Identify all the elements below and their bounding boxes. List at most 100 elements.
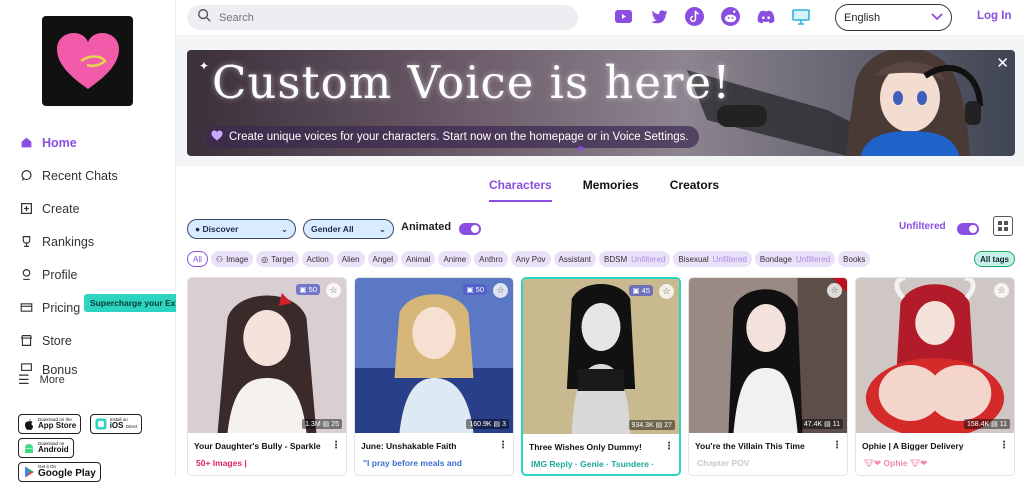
svg-text:✦: ✦ (199, 59, 209, 73)
banner-title: Custom Voice is here! (212, 56, 732, 109)
top-bar: English Log In (176, 0, 1024, 36)
google-play-icon (23, 466, 35, 478)
layout-toggle-icon[interactable] (993, 216, 1013, 236)
tag-target[interactable]: ◎ Target (256, 251, 299, 267)
sidebar-item-recent-chats[interactable]: Recent Chats (18, 159, 168, 192)
more-options-icon[interactable]: ⋮ (832, 440, 842, 451)
login-link[interactable]: Log In (977, 10, 1012, 22)
language-select[interactable]: English (835, 4, 952, 31)
main-area: ✦ Custom Voice is here! Create unique vo… (176, 36, 1024, 476)
chevron-down-icon: ⌄ (378, 223, 386, 234)
all-tags-button[interactable]: All tags (974, 251, 1015, 267)
tag-books[interactable]: Books (838, 251, 871, 267)
card-description: 50+ Images | (196, 458, 247, 468)
tag-angel[interactable]: Angel (367, 251, 399, 267)
character-image (689, 278, 847, 433)
messages-count: 11 (999, 421, 1007, 428)
tag-label: Image (226, 254, 249, 264)
tag-bdsm[interactable]: BDSM Unfiltered (599, 251, 671, 267)
character-card[interactable]: ▣ 45 ☆ 934.3K ▤ 27 Three Wishes Only Dum… (521, 277, 681, 476)
ios-direct-badge[interactable]: Install on iOS Direct (89, 414, 143, 434)
more-button[interactable]: ☰ More (18, 372, 65, 388)
tag-assistant[interactable]: Assistant (553, 251, 596, 267)
image-count: 50 (475, 285, 484, 294)
character-card[interactable]: ▣ 50 ☆ 160.9K ▤ 3 June: Unshakable Faith… (354, 277, 514, 476)
search-input[interactable] (219, 11, 519, 24)
tag-all[interactable]: All (187, 251, 208, 267)
animated-toggle[interactable] (459, 223, 481, 235)
android-badge[interactable]: Download on Android (18, 438, 74, 458)
tag-image[interactable]: ⚇ Image (210, 251, 254, 267)
views-count: 158.4K (967, 421, 990, 428)
monitor-icon[interactable] (792, 7, 811, 26)
more-options-icon[interactable]: ⋮ (999, 440, 1009, 451)
card-stats: 160.9K ▤ 3 (466, 419, 509, 429)
star-icon[interactable]: ☆ (659, 284, 674, 299)
messages-count: 3 (502, 421, 506, 428)
tab-memories[interactable]: Memories (583, 178, 639, 202)
tag-bondage[interactable]: Bondage Unfiltered (754, 251, 836, 267)
sidebar-item-profile[interactable]: Profile (18, 258, 168, 291)
tag-any-pov[interactable]: Any Pov (510, 251, 551, 267)
sidebar-item-create[interactable]: Create (18, 192, 168, 225)
tag-label: BDSM (604, 254, 628, 264)
search-icon (197, 8, 211, 27)
sidebar-item-label: Create (42, 201, 80, 216)
unfiltered-toggle[interactable] (957, 223, 979, 235)
tag-anime[interactable]: Anime (438, 251, 472, 267)
discord-icon[interactable] (756, 7, 775, 26)
sidebar-item-home[interactable]: Home (18, 126, 168, 159)
profile-icon (18, 267, 34, 283)
sidebar-item-store[interactable]: Store (18, 324, 168, 357)
more-options-icon[interactable]: ⋮ (664, 441, 674, 452)
search-bar[interactable] (187, 5, 578, 30)
reddit-icon[interactable] (720, 7, 740, 26)
hamburger-icon: ☰ (18, 372, 30, 387)
star-icon[interactable]: ☆ (493, 283, 508, 298)
sidebar-item-rankings[interactable]: Rankings (18, 225, 168, 258)
tag-action[interactable]: Action (301, 251, 334, 267)
app-store-badge[interactable]: Download on the App Store (18, 414, 82, 434)
unfiltered-tag-label: Unfiltered (795, 254, 831, 264)
social-links (614, 7, 827, 26)
star-icon[interactable]: ☆ (326, 283, 341, 298)
more-options-icon[interactable]: ⋮ (498, 440, 508, 451)
card-title: Three Wishes Only Dummy! (529, 442, 642, 452)
tag-list: All ⚇ Image ◎ Target Action Alien Angel An… (187, 251, 1015, 267)
chevron-down-icon (931, 12, 943, 24)
character-card[interactable]: ☆ 158.4K ▤ 11 Ophie | A Bigger Delivery … (855, 277, 1015, 476)
tag-animal[interactable]: Animal (401, 251, 436, 267)
card-description: 🐮❤ Ophie 🐮❤ (864, 458, 1009, 469)
tab-creators[interactable]: Creators (670, 178, 719, 202)
character-image (523, 279, 679, 434)
listing-panel: Characters Memories Creators ● Discover … (176, 166, 1024, 476)
discover-select[interactable]: ● Discover ⌄ (187, 219, 296, 239)
gift-icon (18, 357, 34, 373)
star-icon[interactable]: ☆ (827, 283, 842, 298)
messages-count: 27 (664, 422, 672, 429)
more-options-icon[interactable]: ⋮ (331, 440, 341, 451)
character-card[interactable]: ☆ 47.4K ▤ 11 You're the Villain This Tim… (688, 277, 848, 476)
twitter-icon[interactable] (650, 7, 669, 26)
promo-banner[interactable]: ✦ Custom Voice is here! Create unique vo… (187, 50, 1015, 156)
tiktok-icon[interactable] (685, 7, 704, 26)
card-stats: 1.3M ▤ 25 (302, 419, 342, 429)
card-description: IMG Reply · Genie · Tsundere · (531, 459, 655, 469)
gender-select[interactable]: Gender All ⌄ (303, 219, 394, 239)
character-grid: ▣ 50 ☆ 1.3M ▤ 25 Your Daughter's Bully -… (187, 277, 1015, 476)
app-logo[interactable] (42, 16, 133, 106)
star-icon[interactable]: ☆ (994, 283, 1009, 298)
youtube-icon[interactable] (614, 7, 633, 26)
character-image (355, 278, 513, 433)
tag-anthro[interactable]: Anthro (474, 251, 508, 267)
carousel-dot[interactable] (578, 146, 583, 151)
google-play-badge[interactable]: Get it On Google Play (18, 462, 101, 482)
chat-icon (18, 168, 34, 184)
tab-characters[interactable]: Characters (489, 178, 552, 202)
banner-subtitle-text: Create unique voices for your characters… (229, 131, 689, 143)
close-icon[interactable]: ✕ (996, 54, 1009, 72)
tag-alien[interactable]: Alien (336, 251, 365, 267)
content-tabs: Characters Memories Creators (489, 178, 750, 202)
character-card[interactable]: ▣ 50 ☆ 1.3M ▤ 25 Your Daughter's Bully -… (187, 277, 347, 476)
tag-bisexual[interactable]: Bisexual Unfiltered (673, 251, 752, 267)
